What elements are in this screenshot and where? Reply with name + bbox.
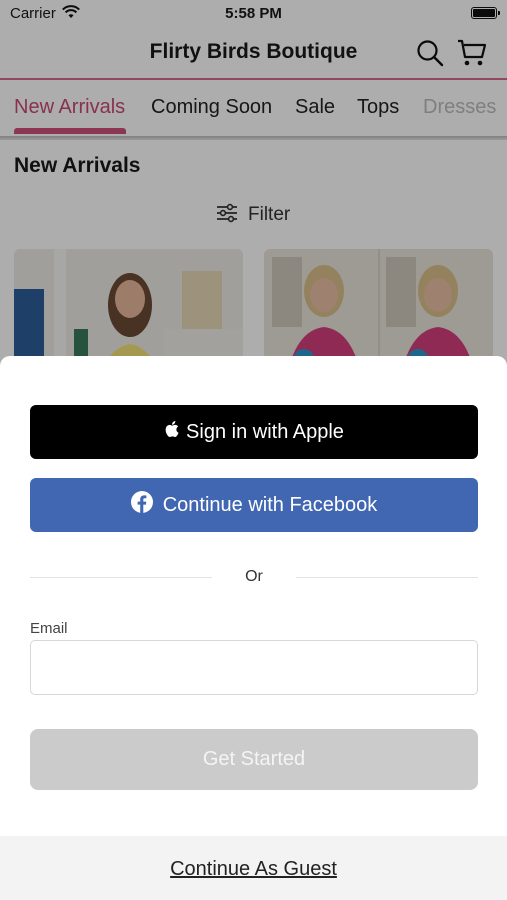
apple-button-label: Sign in with Apple <box>186 420 344 443</box>
login-sheet: Sign in with Apple Continue with Faceboo… <box>0 356 507 900</box>
get-started-button[interactable]: Get Started <box>30 729 478 790</box>
facebook-button-label: Continue with Facebook <box>162 493 378 516</box>
facebook-icon <box>130 491 153 519</box>
email-label: Email <box>30 620 68 637</box>
or-divider: Or <box>30 566 478 588</box>
apple-icon <box>164 420 186 444</box>
guest-bar: Continue As Guest <box>0 836 507 900</box>
continue-with-facebook-button[interactable]: Continue with Facebook <box>30 478 478 532</box>
divider-line <box>296 577 478 578</box>
continue-as-guest-link[interactable]: Continue As Guest <box>0 858 507 881</box>
sign-in-with-apple-button[interactable]: Sign in with Apple <box>30 405 478 459</box>
email-field[interactable] <box>30 640 478 695</box>
